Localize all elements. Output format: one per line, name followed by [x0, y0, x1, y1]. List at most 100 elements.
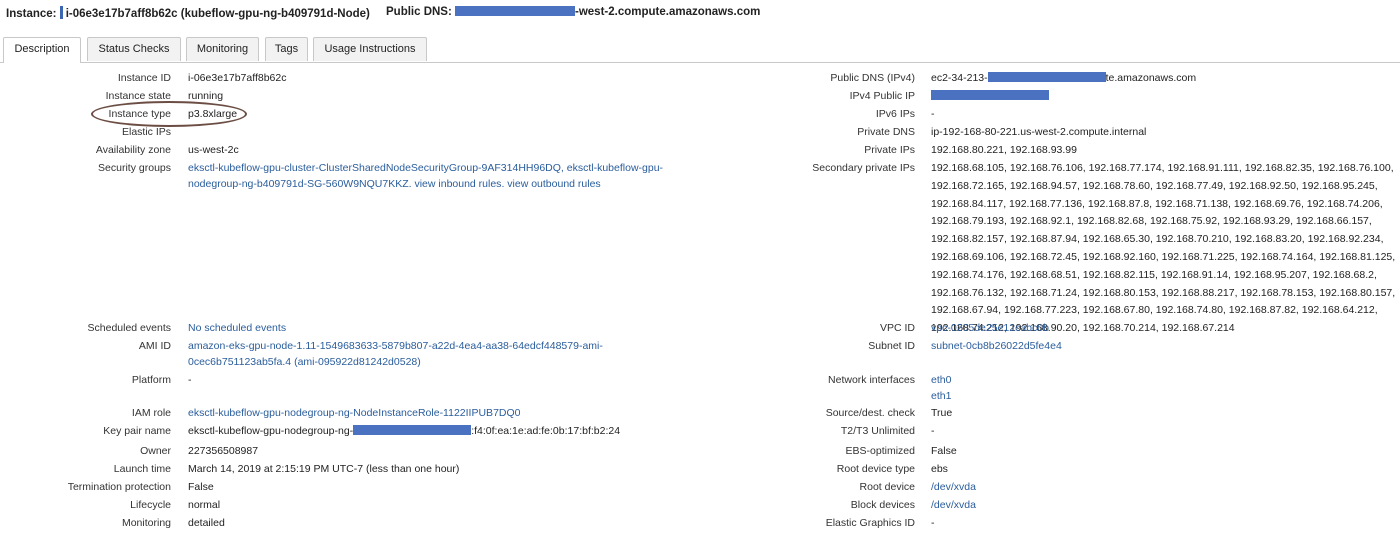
launch-time-value: March 14, 2019 at 2:15:19 PM UTC-7 (less… — [188, 463, 460, 475]
secondary-ip-line: 192.168.82.157, 192.168.87.94, 192.168.6… — [931, 233, 1384, 246]
public-dns-label: Public DNS: — [386, 6, 452, 18]
instance-heading: Instance: i-06e3e17b7aff8b62c (kubeflow-… — [6, 6, 370, 20]
instance-marker — [59, 6, 63, 19]
security-groups-line2: nodegroup-ng-b409791d-SG-560W9NQU7KKZ. v… — [188, 178, 601, 190]
network-interface-eth1[interactable]: eth1 — [931, 390, 951, 402]
redaction-bar — [353, 425, 472, 435]
t2t3-unlimited-value: - — [931, 425, 935, 437]
network-interface-eth0[interactable]: eth0 — [931, 374, 951, 386]
launch-time-label: Launch time — [113, 463, 171, 475]
tab-description[interactable]: Description — [3, 37, 81, 63]
ipv6-ips-label: IPv6 IPs — [875, 108, 915, 120]
instance-id-label: Instance ID — [117, 72, 171, 84]
lifecycle-value: normal — [188, 499, 221, 511]
source-dest-check-label: Source/dest. check — [825, 407, 915, 419]
secondary-ip-line: 192.168.84.117, 192.168.77.136, 192.168.… — [931, 197, 1383, 210]
secondary-ip-line: 192.168.74.176, 192.168.68.51, 192.168.8… — [931, 268, 1377, 281]
tab-bar: Description Status Checks Monitoring Tag… — [0, 36, 1400, 63]
tab-status-checks[interactable]: Status Checks — [87, 37, 181, 61]
source-dest-check-value: True — [931, 407, 953, 419]
instance-header: Instance: i-06e3e17b7aff8b62c (kubeflow-… — [0, 0, 1400, 28]
highlight-ellipse — [91, 101, 247, 127]
network-interfaces-label: Network interfaces — [828, 374, 915, 386]
termination-protection-value: False — [188, 481, 214, 493]
private-ips-label: Private IPs — [864, 144, 915, 156]
ami-id-line1[interactable]: amazon-eks-gpu-node-1.11-1549683633-5879… — [188, 340, 603, 352]
t2t3-unlimited-label: T2/T3 Unlimited — [840, 425, 915, 437]
redaction-bar — [987, 72, 1106, 82]
instance-label: Instance: — [6, 8, 57, 20]
secondary-ip-line: 192.168.72.165, 192.168.94.57, 192.168.7… — [931, 179, 1378, 192]
elastic-ips-label: Elastic IPs — [121, 126, 171, 138]
subnet-id-label: Subnet ID — [868, 340, 915, 352]
public-dns-value-suffix: te.amazonaws.com — [1105, 72, 1197, 84]
secondary-ip-line: 192.168.79.193, 192.168.92.1, 192.168.82… — [931, 215, 1372, 228]
private-dns-label: Private DNS — [857, 126, 915, 138]
secondary-ip-line: 192.168.76.132, 192.168.71.24, 192.168.8… — [931, 286, 1396, 299]
ebs-optimized-label: EBS-optimized — [845, 445, 915, 457]
termination-protection-label: Termination protection — [67, 481, 171, 493]
public-dns-suffix: -west-2.compute.amazonaws.com — [575, 6, 761, 18]
elastic-graphics-id-value: - — [931, 517, 935, 529]
owner-label: Owner — [140, 445, 171, 457]
ami-id-line2[interactable]: 0cec6b751123ab5fa.4 (ami-095922d81242d05… — [188, 356, 421, 368]
iam-role-label: IAM role — [131, 407, 171, 419]
security-groups-label: Security groups — [98, 162, 171, 174]
public-dns-prefix: ec2-34-213- — [931, 72, 988, 84]
secondary-ip-line: 192.168.69.106, 192.168.72.45, 192.168.9… — [931, 250, 1396, 263]
platform-value: - — [188, 374, 192, 386]
monitoring-label: Monitoring — [121, 517, 171, 529]
secondary-ip-line: 192.168.67.94, 192.168.77.223, 192.168.6… — [931, 304, 1378, 317]
vpc-id-value[interactable]: vpc-0205de25e12cabc0b — [931, 322, 1049, 334]
platform-label: Platform — [131, 374, 171, 386]
root-device-type-value: ebs — [931, 463, 948, 475]
tab-monitoring[interactable]: Monitoring — [186, 37, 259, 61]
secondary-ip-line: 192.168.68.105, 192.168.76.106, 192.168.… — [931, 162, 1394, 174]
lifecycle-label: Lifecycle — [130, 499, 171, 511]
availability-zone-value: us-west-2c — [188, 144, 239, 156]
root-device-type-label: Root device type — [836, 463, 915, 475]
security-group-link-2b[interactable]: nodegroup-ng-b409791d-SG-560W9NQU7KKZ. — [188, 178, 412, 190]
instance-value: i-06e3e17b7aff8b62c (kubeflow-gpu-ng-b40… — [65, 8, 370, 20]
key-pair-value: eksctl-kubeflow-gpu-nodegroup-ng- :f4:0f:… — [188, 425, 620, 437]
monitoring-value: detailed — [188, 517, 225, 529]
scheduled-events-label: Scheduled events — [87, 322, 171, 334]
view-inbound-rules-link[interactable]: view inbound rules — [414, 178, 501, 190]
instance-state-value: running — [188, 90, 224, 102]
ipv6-ips-value: - — [931, 108, 935, 120]
public-dns-ipv4-value: ec2-34-213- te.amazonaws.com — [931, 72, 1196, 84]
ebs-optimized-value: False — [931, 445, 957, 457]
view-outbound-rules-link[interactable]: view outbound rules — [507, 178, 600, 190]
ipv4-public-ip-value — [931, 90, 1049, 102]
tab-tags[interactable]: Tags — [265, 37, 308, 61]
scheduled-events-value[interactable]: No scheduled events — [188, 322, 286, 334]
owner-value: 227356508987 — [188, 445, 259, 457]
root-device-label: Root device — [859, 481, 915, 493]
security-groups-line1: eksctl-kubeflow-gpu-cluster-ClusterShare… — [188, 162, 663, 174]
secondary-private-ips-value: 192.168.68.105, 192.168.76.106, 192.168.… — [931, 160, 1395, 338]
private-dns-value: ip-192-168-80-221.us-west-2.compute.inte… — [931, 126, 1147, 138]
block-devices-value[interactable]: /dev/xvda — [931, 499, 976, 511]
public-dns-heading: Public DNS: -west-2.compute.amazonaws.co… — [386, 6, 760, 18]
iam-role-value[interactable]: eksctl-kubeflow-gpu-nodegroup-ng-NodeIns… — [188, 407, 521, 419]
availability-zone-label: Availability zone — [95, 144, 171, 156]
key-pair-suffix: :f4:0f:ea:1e:ad:fe:0b:17:bf:b2:24 — [471, 425, 621, 437]
subnet-id-value[interactable]: subnet-0cb8b26022d5fe4e4 — [931, 340, 1062, 352]
key-pair-label: Key pair name — [103, 425, 171, 437]
key-pair-prefix: eksctl-kubeflow-gpu-nodegroup-ng- — [188, 425, 354, 437]
private-ips-value: 192.168.80.221, 192.168.93.99 — [931, 144, 1077, 156]
ami-id-label: AMI ID — [138, 340, 171, 352]
tab-usage-instructions[interactable]: Usage Instructions — [313, 37, 427, 61]
redaction-bar — [931, 90, 1049, 100]
secondary-private-ips-label: Secondary private IPs — [812, 162, 915, 174]
rules-separator: . — [501, 178, 505, 190]
block-devices-label: Block devices — [850, 499, 915, 511]
root-device-value[interactable]: /dev/xvda — [931, 481, 976, 493]
vpc-id-label: VPC ID — [879, 322, 915, 334]
security-group-link-2a[interactable]: eksctl-kubeflow-gpu- — [567, 162, 663, 174]
security-group-link-1[interactable]: eksctl-kubeflow-gpu-cluster-ClusterShare… — [188, 162, 564, 174]
instance-id-value: i-06e3e17b7aff8b62c — [188, 72, 287, 84]
elastic-graphics-id-label: Elastic Graphics ID — [825, 517, 915, 529]
ipv4-public-ip-label: IPv4 Public IP — [849, 90, 915, 102]
public-dns-ipv4-label: Public DNS (IPv4) — [830, 72, 915, 84]
